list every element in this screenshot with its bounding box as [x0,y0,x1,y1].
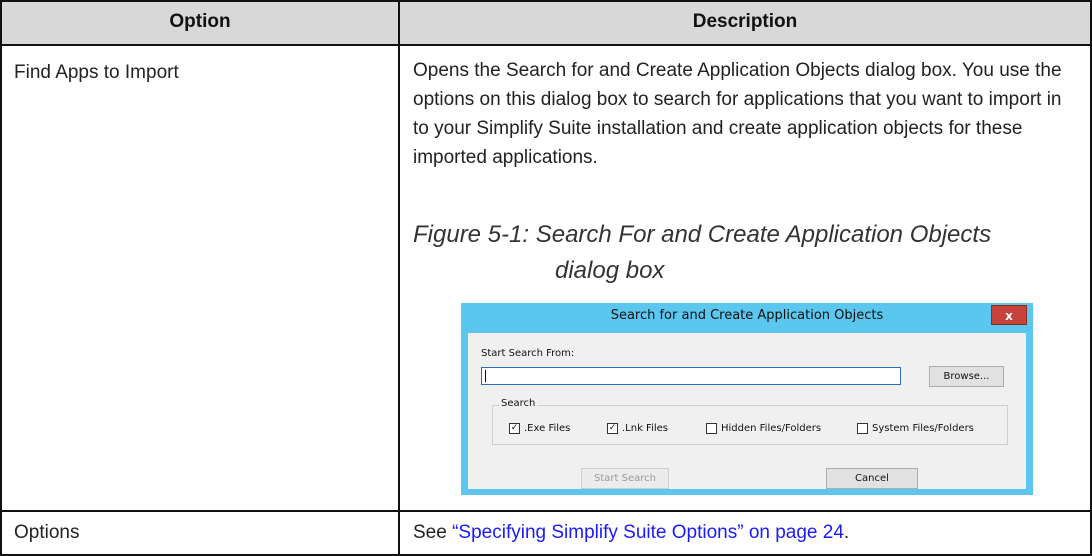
row1-description: Opens the Search for and Create Applicat… [413,60,1062,168]
search-path-input[interactable] [481,367,901,385]
checkbox-hidden-label: Hidden Files/Folders [721,423,822,434]
text-caret [485,370,486,382]
header-description-label: Description [692,11,798,32]
checkbox-system-files[interactable]: System Files/Folders [857,423,974,434]
browse-button[interactable]: Browse... [929,366,1004,387]
header-option-label: Option [169,11,231,32]
table-border-left [0,0,2,556]
start-search-button[interactable]: Start Search [581,468,669,489]
checkbox-lnk-label: .Lnk Files [622,423,669,434]
checkbox-exe-box[interactable]: ✓ [509,423,520,434]
cancel-button[interactable]: Cancel [826,468,918,489]
checkbox-hidden-box[interactable] [706,423,717,434]
table-border-top [0,0,1092,2]
row2-option: Options [14,522,80,543]
search-group-label: Search [499,398,538,409]
table-header-divider [0,44,1092,46]
figure-caption-line2: dialog box [555,257,665,284]
checkbox-system-box[interactable] [857,423,868,434]
dialog-body: Start Search From: Browse... Search ✓ .E… [468,333,1026,489]
checkbox-exe-files[interactable]: ✓ .Exe Files [509,423,570,434]
checkbox-exe-label: .Exe Files [524,423,571,434]
close-button[interactable]: x [991,305,1027,325]
specifying-options-link[interactable]: “Specifying Simplify Suite Options” on p… [452,522,844,543]
start-search-from-label: Start Search From: [481,348,575,359]
options-table: Option Description Find Apps to Import O… [0,0,1092,556]
checkbox-lnk-box[interactable]: ✓ [607,423,618,434]
row2-description-prefix: See [413,522,453,543]
search-group: Search ✓ .Exe Files ✓ .Lnk Files Hidden … [492,398,1008,445]
row1-option: Find Apps to Import [14,62,179,83]
search-dialog: Search for and Create Application Object… [461,303,1033,495]
checkbox-system-label: System Files/Folders [872,423,974,434]
checkbox-lnk-files[interactable]: ✓ .Lnk Files [607,423,668,434]
dialog-title: Search for and Create Application Object… [610,308,884,323]
row2-description-suffix: . [843,522,850,543]
row2-description: See “Specifying Simplify Suite Options” … [413,518,1078,547]
header-description: Description [400,0,1090,44]
figure-caption-line1: Figure 5-1: Search For and Create Applic… [413,221,992,248]
table-column-divider [398,0,400,556]
checkbox-hidden-files[interactable]: Hidden Files/Folders [706,423,821,434]
table-row-divider [0,510,1092,512]
header-option: Option [2,0,398,44]
